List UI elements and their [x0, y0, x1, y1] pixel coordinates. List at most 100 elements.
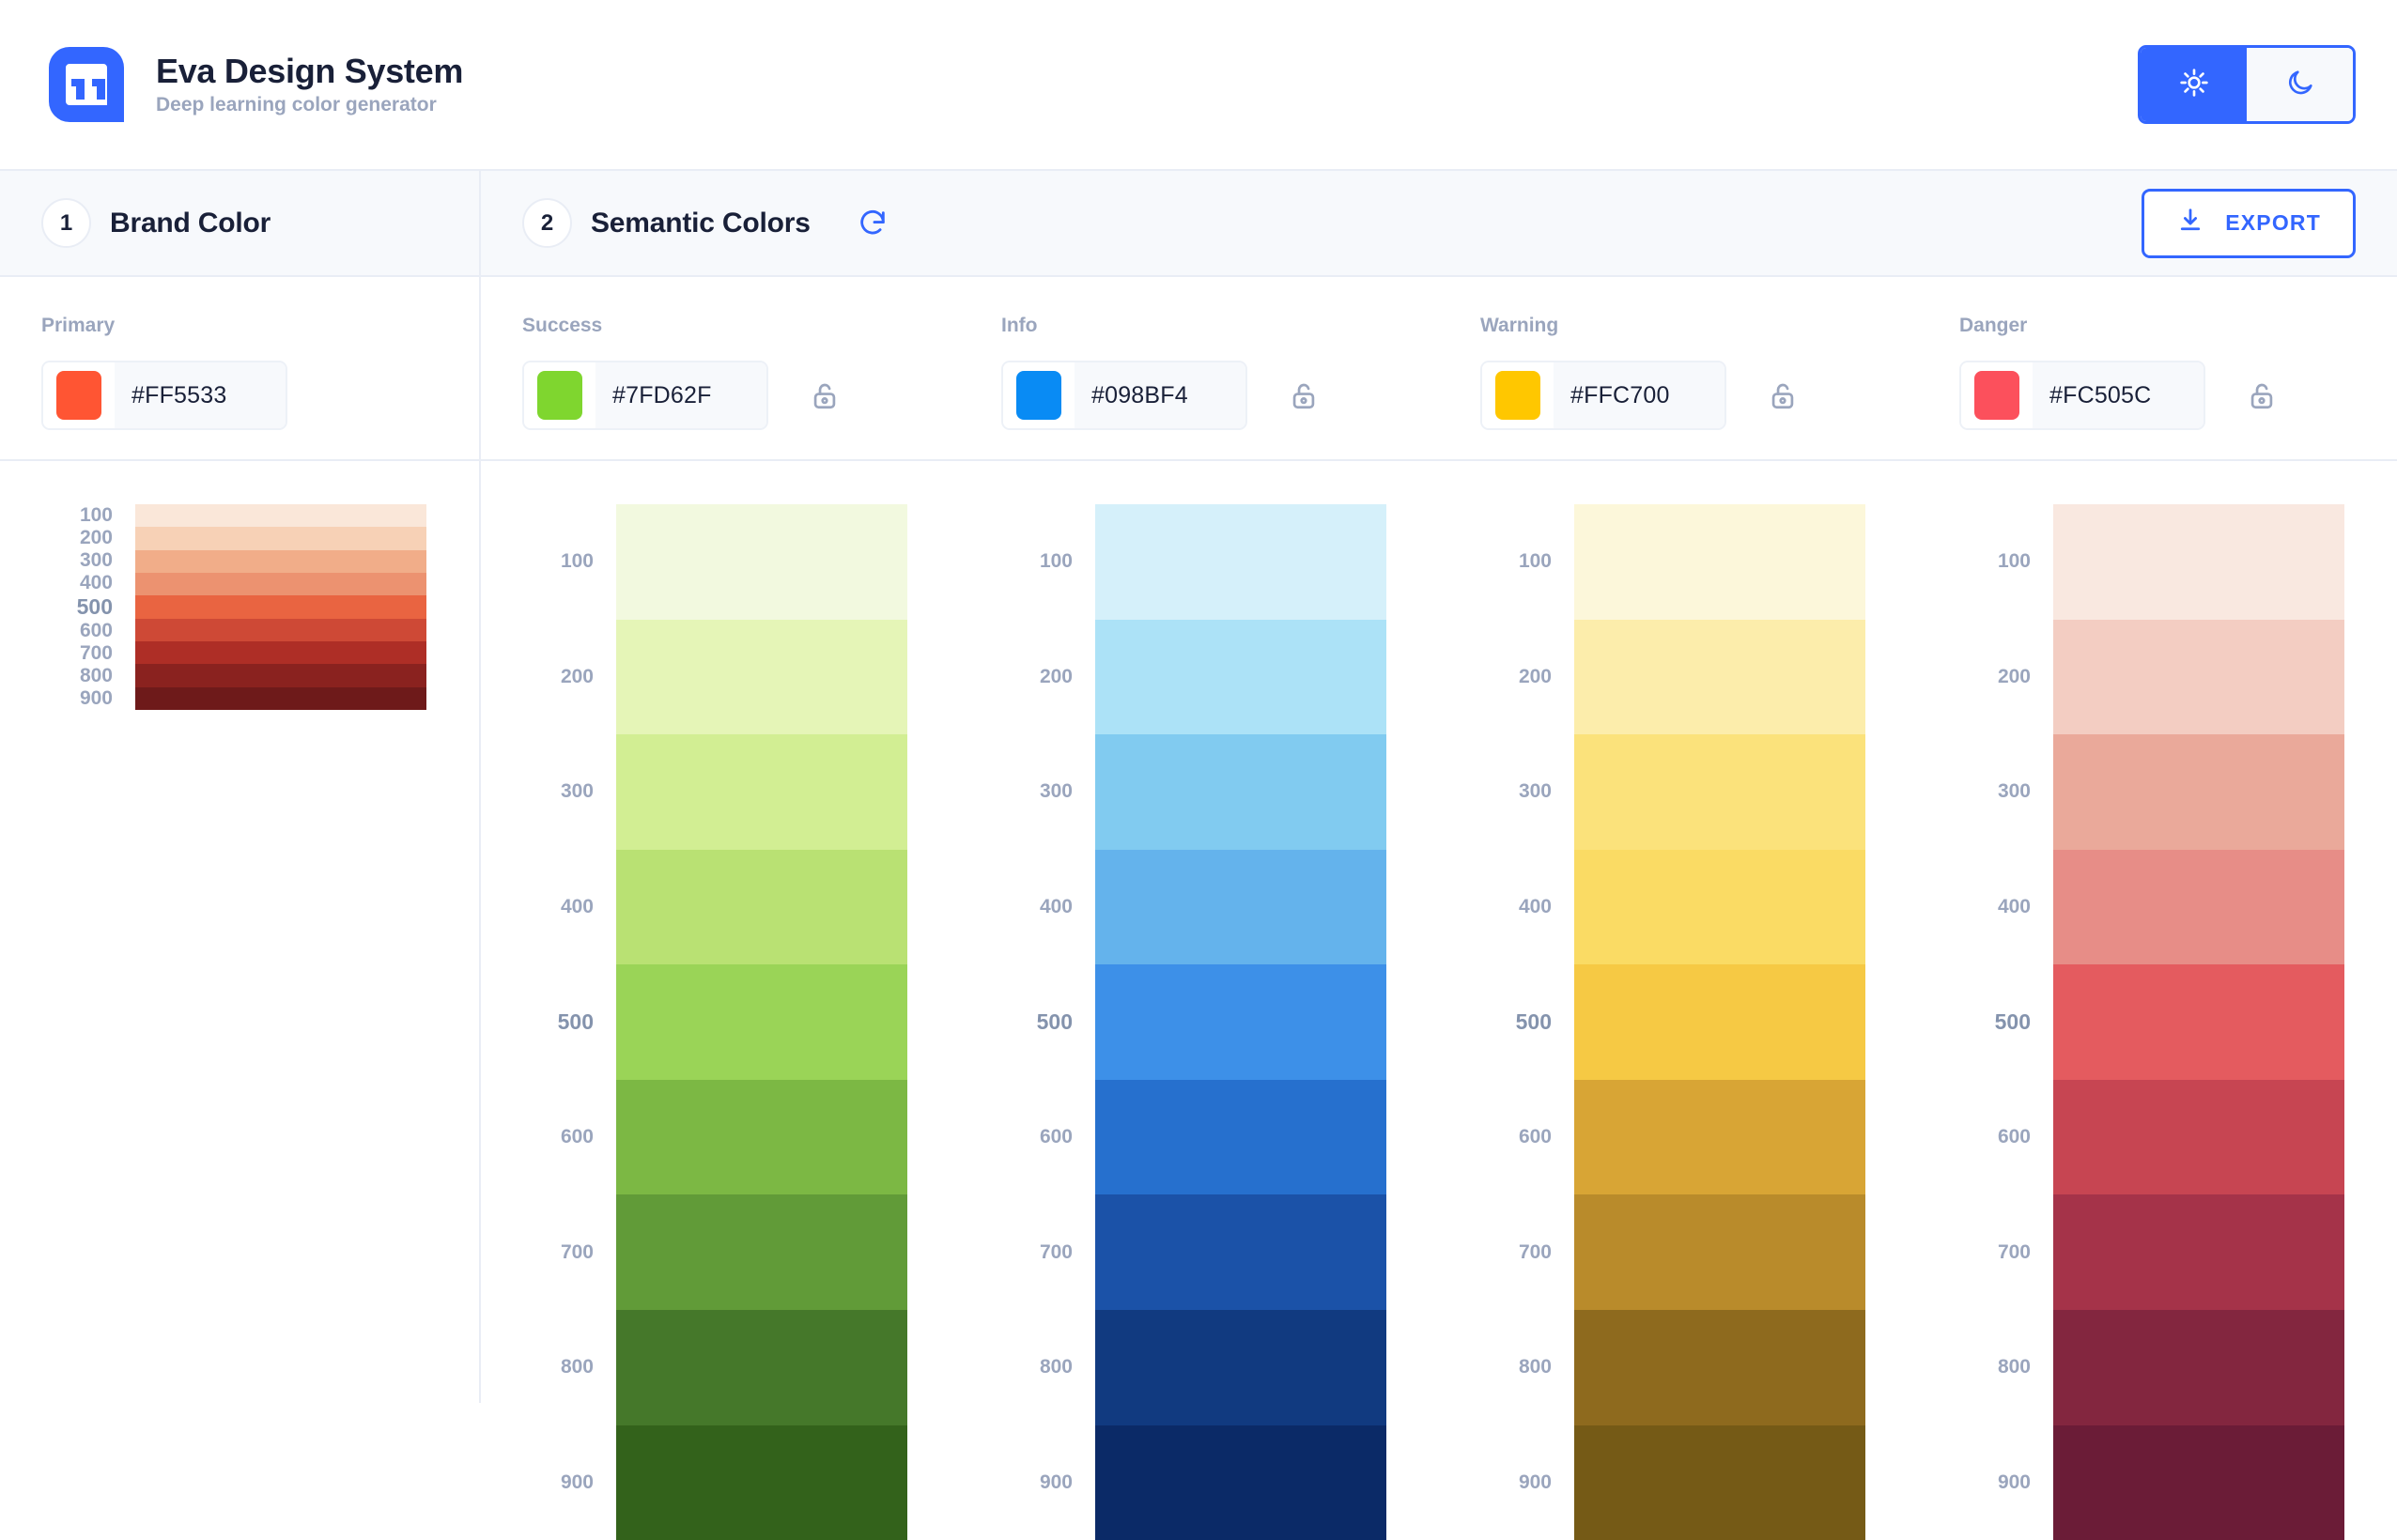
info-color-input[interactable]: #098BF4 [1001, 361, 1247, 430]
shade-block-200[interactable] [616, 619, 907, 735]
step-number-badge: 1 [41, 198, 91, 248]
success-field-line: #7FD62F [522, 361, 960, 430]
shade-label-900: 900 [1518, 1471, 1552, 1493]
refresh-icon[interactable] [852, 203, 893, 244]
shade-block-200[interactable] [135, 527, 426, 550]
shade-block-500[interactable] [2053, 964, 2344, 1080]
shade-label-800: 800 [1039, 1356, 1073, 1378]
shade-label-900: 900 [1039, 1471, 1073, 1493]
shade-block-100[interactable] [1574, 504, 1865, 620]
brand-block: Eva Design System Deep learning color ge… [41, 39, 463, 130]
info-hex-value[interactable]: #098BF4 [1075, 362, 1245, 428]
theme-toggle[interactable] [2138, 45, 2356, 124]
shade-block-500[interactable] [616, 964, 907, 1080]
shade-block-100[interactable] [1095, 504, 1386, 620]
shade-label-200: 200 [1518, 665, 1552, 687]
shade-block-300[interactable] [616, 734, 907, 850]
shade-label-900: 900 [560, 1471, 594, 1493]
shade-block-500[interactable] [1574, 964, 1865, 1080]
success-swatch-button[interactable] [524, 362, 595, 428]
shade-block-400[interactable] [2053, 849, 2344, 965]
brand-input-cell: Primary #FF5533 [0, 277, 481, 459]
shade-block-400[interactable] [616, 849, 907, 965]
shade-block-200[interactable] [2053, 619, 2344, 735]
shade-block-700[interactable] [135, 640, 426, 665]
shade-block-700[interactable] [2053, 1194, 2344, 1310]
shade-block-400[interactable] [1574, 849, 1865, 965]
shade-block-600[interactable] [2053, 1079, 2344, 1195]
shade-label-300: 300 [1039, 780, 1073, 803]
shade-block-200[interactable] [1095, 619, 1386, 735]
shade-block-900[interactable] [1574, 1424, 1865, 1540]
dark-theme-button[interactable] [2247, 48, 2353, 121]
shade-block-800[interactable] [2053, 1309, 2344, 1425]
color-swatch [1016, 371, 1061, 420]
shade-label-500: 500 [557, 1009, 594, 1035]
primary-color-input[interactable]: #FF5533 [41, 361, 287, 430]
shade-block-300[interactable] [1574, 734, 1865, 850]
warning-hex-value[interactable]: #FFC700 [1554, 362, 1724, 428]
shade-block-100[interactable] [616, 504, 907, 620]
shade-label-200: 200 [560, 665, 594, 687]
shade-block-700[interactable] [616, 1194, 907, 1310]
unlock-icon[interactable] [1766, 377, 1800, 414]
shade-label-700: 700 [1518, 1240, 1552, 1263]
shade-block-600[interactable] [1574, 1079, 1865, 1195]
primary-hex-value[interactable]: #FF5533 [115, 362, 286, 428]
shade-block-800[interactable] [135, 664, 426, 687]
light-theme-button[interactable] [2141, 48, 2247, 121]
shade-block-900[interactable] [135, 686, 426, 710]
unlock-icon[interactable] [808, 377, 842, 414]
shade-label-column: 100 200 300 400 500 600 700 800 900 [41, 504, 135, 710]
shade-block-800[interactable] [616, 1309, 907, 1425]
shade-block-100[interactable] [2053, 504, 2344, 620]
shade-block-600[interactable] [1095, 1079, 1386, 1195]
danger-color-input[interactable]: #FC505C [1959, 361, 2205, 430]
shade-block-800[interactable] [1574, 1309, 1865, 1425]
shade-label-700: 700 [1039, 1240, 1073, 1263]
shade-block-400[interactable] [1095, 849, 1386, 965]
shade-block-500[interactable] [1095, 964, 1386, 1080]
shade-label-100: 100 [560, 550, 594, 573]
shade-block-800[interactable] [1095, 1309, 1386, 1425]
shade-label-700: 700 [1997, 1240, 2031, 1263]
shade-block-200[interactable] [1574, 619, 1865, 735]
unlock-icon[interactable] [2245, 377, 2279, 414]
success-color-input[interactable]: #7FD62F [522, 361, 768, 430]
warning-color-input[interactable]: #FFC700 [1480, 361, 1726, 430]
shade-label-500: 500 [76, 594, 113, 619]
shade-label-300: 300 [79, 549, 113, 571]
shade-block-100[interactable] [135, 504, 426, 528]
export-button[interactable]: EXPORT [2142, 188, 2356, 258]
shade-block-700[interactable] [1095, 1194, 1386, 1310]
shade-block-600[interactable] [616, 1079, 907, 1195]
unlock-icon[interactable] [1287, 377, 1321, 414]
section-header-strip: 1 Brand Color 2 Semantic Colors EXPORT [0, 171, 2397, 277]
info-field-label: Info [1001, 315, 1038, 336]
app-title: Eva Design System [156, 52, 464, 90]
shade-block-300[interactable] [1095, 734, 1386, 850]
primary-field-label: Primary [41, 315, 116, 336]
danger-hex-value[interactable]: #FC505C [2033, 362, 2204, 428]
palette-column-danger: 100 200 300 400 500 600 700 800 900 [1918, 461, 2397, 1540]
shade-label-100: 100 [1039, 550, 1073, 573]
shade-block-500[interactable] [135, 595, 426, 619]
shade-label-100: 100 [1518, 550, 1552, 573]
shade-block-600[interactable] [135, 618, 426, 641]
shade-block-700[interactable] [1574, 1194, 1865, 1310]
shade-block-300[interactable] [135, 549, 426, 573]
palette-area: 100 200 300 400 500 600 700 800 900 100 200 300 400… [0, 461, 2397, 1540]
shade-block-900[interactable] [1095, 1424, 1386, 1540]
shade-block-300[interactable] [2053, 734, 2344, 850]
shade-block-400[interactable] [135, 572, 426, 596]
success-hex-value[interactable]: #7FD62F [595, 362, 766, 428]
info-swatch-button[interactable] [1003, 362, 1075, 428]
warning-swatch-button[interactable] [1482, 362, 1554, 428]
danger-swatch-button[interactable] [1961, 362, 2033, 428]
primary-swatch-button[interactable] [43, 362, 115, 428]
shade-label-800: 800 [1997, 1356, 2031, 1378]
shade-block-900[interactable] [2053, 1424, 2344, 1540]
shade-label-700: 700 [560, 1240, 594, 1263]
primary-field-line: #FF5533 [41, 361, 479, 430]
shade-block-900[interactable] [616, 1424, 907, 1540]
